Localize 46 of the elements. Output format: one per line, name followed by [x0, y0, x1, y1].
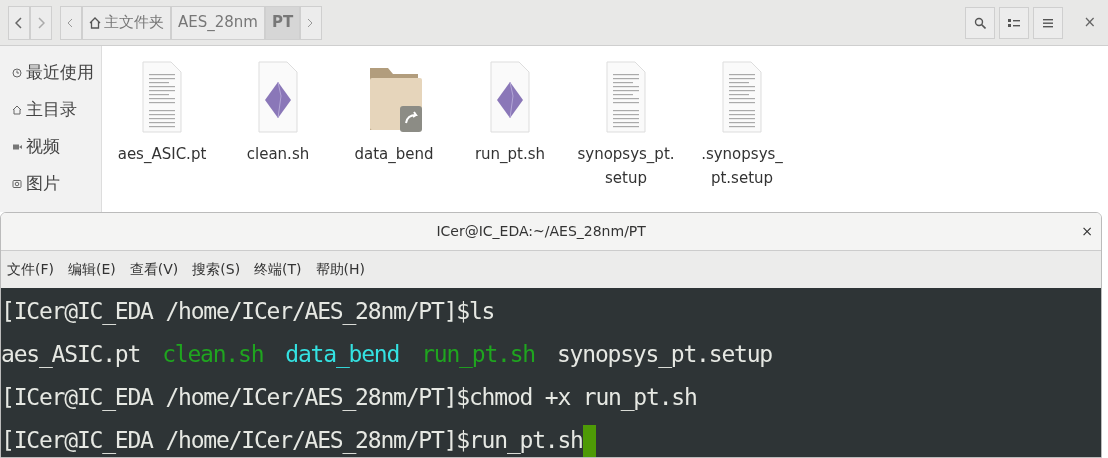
menu-item[interactable]: 终端(T) — [254, 259, 302, 280]
clock-icon — [12, 67, 22, 78]
terminal-text: [ICer@IC_EDA /home/ICer/AES_28nm/PT]$ls — [1, 296, 495, 327]
terminal-text: [ICer@IC_EDA /home/ICer/AES_28nm/PT]$chmod +x run_pt.sh — [1, 382, 697, 413]
menu-item[interactable]: 查看(V) — [129, 259, 179, 280]
file-name[interactable]: run_pt.sh — [474, 142, 546, 166]
path-button[interactable]: 主文件夹 — [82, 5, 171, 40]
sidebar-item[interactable]: 最近使用 — [0, 54, 101, 91]
sidebar-item[interactable]: 视频 — [0, 128, 101, 165]
close-button[interactable]: × — [1081, 221, 1093, 242]
menu-icon — [1043, 17, 1054, 28]
terminal-text: [ICer@IC_EDA /home/ICer/AES_28nm/PT]$run_pt.sh — [1, 425, 583, 456]
forward-icon — [37, 16, 45, 29]
home-icon — [89, 16, 101, 29]
list-view-icon — [1008, 17, 1021, 28]
back-icon — [15, 16, 23, 29]
path-scroll-left[interactable] — [60, 5, 82, 40]
search-button[interactable] — [965, 6, 996, 39]
file-name[interactable]: .synopsys_ pt.setup — [701, 142, 783, 190]
path-button[interactable]: AES_28nm — [171, 5, 265, 40]
file-name[interactable]: data_bend — [354, 142, 434, 166]
path-scroll-right[interactable] — [300, 5, 323, 40]
file-name[interactable]: clean.sh — [246, 142, 310, 166]
terminal-text: data_bend — [285, 339, 400, 370]
file-name[interactable]: synopsys_pt. setup — [577, 142, 675, 190]
chevron-icon — [67, 17, 73, 28]
menu-item[interactable]: 搜索(S) — [192, 259, 241, 280]
menu-item[interactable]: 编辑(E) — [68, 259, 116, 280]
terminal-text: synopsys_pt.setup — [556, 339, 772, 370]
sidebar-item[interactable]: 图片 — [0, 165, 101, 202]
chevron-icon — [307, 17, 314, 28]
menu-button[interactable] — [1033, 6, 1064, 39]
menu-item[interactable]: 文件(F) — [7, 259, 54, 280]
forward-button[interactable] — [30, 5, 52, 40]
view-button[interactable] — [999, 6, 1030, 39]
sidebar-item[interactable]: 主目录 — [0, 91, 101, 128]
back-button[interactable] — [8, 5, 30, 40]
terminal-text: clean.sh — [162, 339, 264, 369]
file-name[interactable]: aes_ASIC.pt — [117, 142, 207, 166]
terminal-text: run_pt.sh — [421, 339, 535, 370]
close-button[interactable]: × — [1083, 11, 1096, 34]
window-title: ICer@IC_EDA:~/AES_28nm/PT — [436, 222, 646, 241]
terminal-text: aes_ASIC.pt — [1, 339, 141, 370]
search-icon — [974, 16, 987, 29]
menu-item[interactable]: 帮助(H) — [315, 259, 366, 280]
home-icon — [12, 104, 22, 115]
